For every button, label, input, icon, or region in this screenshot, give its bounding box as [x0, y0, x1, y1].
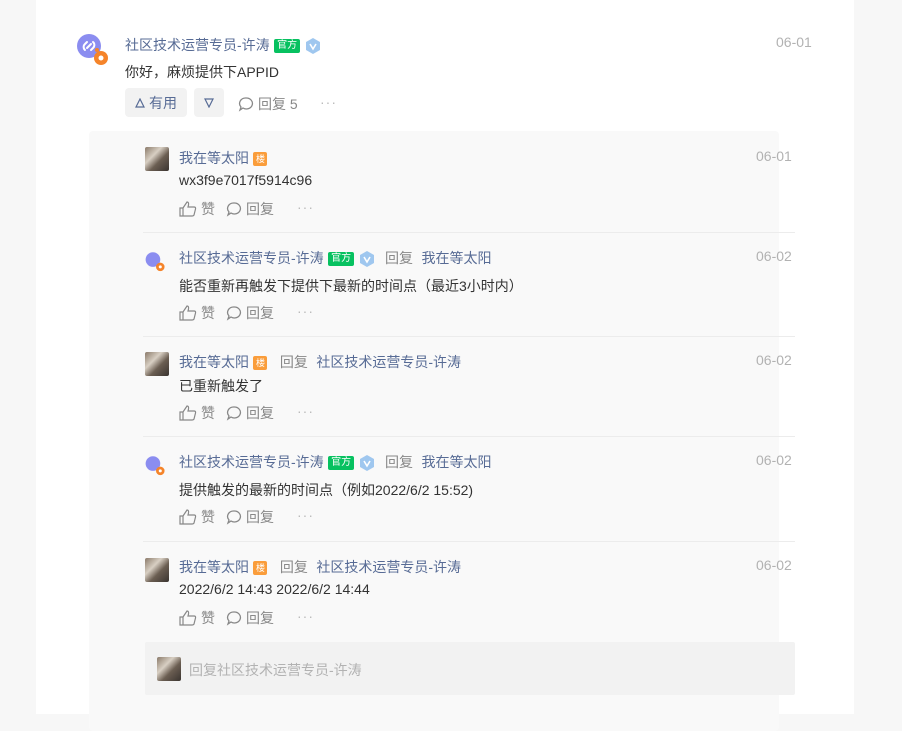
reply-button[interactable]: 回复: [226, 608, 274, 628]
reply-label: 回复: [246, 201, 274, 217]
official-avatar[interactable]: [145, 251, 167, 273]
post-more-button[interactable]: ···: [320, 94, 337, 110]
like-label: 赞: [201, 610, 215, 626]
divider: [143, 541, 795, 542]
user-avatar[interactable]: [145, 147, 169, 171]
user-avatar[interactable]: [145, 558, 169, 582]
divider: [143, 436, 795, 437]
more-button[interactable]: ···: [297, 403, 314, 419]
thumb-up-icon: [179, 305, 197, 321]
divider: [143, 232, 795, 233]
reply-author-line: 我在等太阳 楼 回复 社区技术运营专员-许涛: [179, 557, 461, 577]
like-label: 赞: [201, 201, 215, 217]
comment-icon: [226, 306, 242, 321]
reply-target[interactable]: 我在等太阳: [421, 250, 491, 266]
comment-icon: [226, 611, 242, 626]
more-button[interactable]: ···: [297, 199, 314, 215]
reply-label: 回复: [246, 305, 274, 321]
reply-author[interactable]: 社区技术运营专员-许涛: [179, 250, 324, 266]
thumb-up-icon: [179, 509, 197, 525]
more-button[interactable]: ···: [297, 507, 314, 523]
reply-author[interactable]: 我在等太阳: [179, 150, 249, 166]
reply-button[interactable]: 回复: [226, 303, 274, 323]
reply-label: 回复: [246, 509, 274, 525]
like-button[interactable]: 赞: [179, 507, 215, 527]
like-button[interactable]: 赞: [179, 608, 215, 628]
reply-author-line: 社区技术运营专员-许涛 官方 回复 我在等太阳: [179, 248, 491, 268]
divider: [143, 336, 795, 337]
reply-text: 能否重新再触发下提供下最新的时间点（最近3小时内）: [179, 278, 523, 294]
official-tag: 官方: [274, 38, 301, 53]
reply-input-placeholder[interactable]: 回复社区技术运营专员-许涛: [189, 660, 362, 680]
reply-date: 06-02: [756, 557, 792, 573]
shield-badge-icon: [359, 250, 374, 267]
shield-badge-icon: [305, 37, 320, 54]
reply-text: 已重新触发了: [179, 378, 263, 394]
post-author[interactable]: 社区技术运营专员-许涛: [125, 37, 270, 53]
more-button[interactable]: ···: [297, 303, 314, 319]
current-user-avatar: [157, 657, 181, 681]
official-avatar[interactable]: [145, 455, 167, 477]
post-text: 你好，麻烦提供下APPID: [125, 64, 280, 80]
comment-icon: [238, 97, 254, 112]
user-avatar[interactable]: [145, 352, 169, 376]
thumb-up-icon: [179, 610, 197, 626]
floor-tag: 楼: [253, 355, 268, 370]
like-button[interactable]: 赞: [179, 403, 215, 423]
post-date: 06-01: [776, 34, 812, 50]
reply-target[interactable]: 我在等太阳: [421, 454, 491, 470]
post-reply-label: 回复 5: [258, 96, 298, 112]
thumb-up-icon: [179, 405, 197, 421]
reply-date: 06-02: [756, 452, 792, 468]
shield-badge-icon: [359, 454, 374, 471]
reply-author[interactable]: 我在等太阳: [179, 559, 249, 575]
like-label: 赞: [201, 405, 215, 421]
reply-word: 回复: [385, 454, 414, 470]
reply-label: 回复: [246, 405, 274, 421]
reply-word: 回复: [385, 250, 414, 266]
comment-icon: [226, 406, 242, 421]
more-button[interactable]: ···: [297, 608, 314, 624]
useful-label: 有用: [149, 94, 177, 111]
reply-text: 2022/6/2 14:43 2022/6/2 14:44: [179, 581, 370, 597]
official-tag: 官方: [328, 251, 355, 266]
thumb-up-icon: [179, 201, 197, 217]
reply-label: 回复: [246, 610, 274, 626]
triangle-up-icon: [135, 97, 145, 108]
like-button[interactable]: 赞: [179, 303, 215, 323]
replies-panel: [89, 131, 779, 731]
reply-author[interactable]: 社区技术运营专员-许涛: [179, 454, 324, 470]
post-author-line: 社区技术运营专员-许涛 官方: [125, 35, 321, 55]
reply-text: 提供触发的最新的时间点（例如2022/6/2 15:52): [179, 482, 474, 498]
useful-button[interactable]: 有用: [125, 88, 187, 117]
like-button[interactable]: 赞: [179, 199, 215, 219]
reply-button[interactable]: 回复: [226, 199, 274, 219]
reply-author-line: 我在等太阳 楼 回复 社区技术运营专员-许涛: [179, 352, 461, 372]
post-reply-button[interactable]: 回复 5: [238, 94, 298, 114]
comment-icon: [226, 510, 242, 525]
reply-word: 回复: [279, 354, 308, 370]
reply-target[interactable]: 社区技术运营专员-许涛: [316, 354, 461, 370]
reply-date: 06-02: [756, 248, 792, 264]
like-label: 赞: [201, 305, 215, 321]
reply-author[interactable]: 我在等太阳: [179, 354, 249, 370]
reply-button[interactable]: 回复: [226, 507, 274, 527]
not-useful-button[interactable]: [194, 88, 224, 117]
comment-icon: [226, 202, 242, 217]
reply-target[interactable]: 社区技术运营专员-许涛: [316, 559, 461, 575]
reply-date: 06-02: [756, 352, 792, 368]
reply-author-line: 社区技术运营专员-许涛 官方 回复 我在等太阳: [179, 452, 491, 472]
official-tag: 官方: [328, 455, 355, 470]
reply-date: 06-01: [756, 148, 792, 164]
triangle-down-icon: [204, 97, 214, 108]
like-label: 赞: [201, 509, 215, 525]
reply-author-line: 我在等太阳 楼: [179, 148, 268, 168]
reply-button[interactable]: 回复: [226, 403, 274, 423]
official-avatar[interactable]: [76, 32, 112, 68]
reply-word: 回复: [279, 559, 308, 575]
floor-tag: 楼: [253, 560, 268, 575]
floor-tag: 楼: [253, 151, 268, 166]
reply-text: wx3f9e7017f5914c96: [179, 172, 313, 188]
